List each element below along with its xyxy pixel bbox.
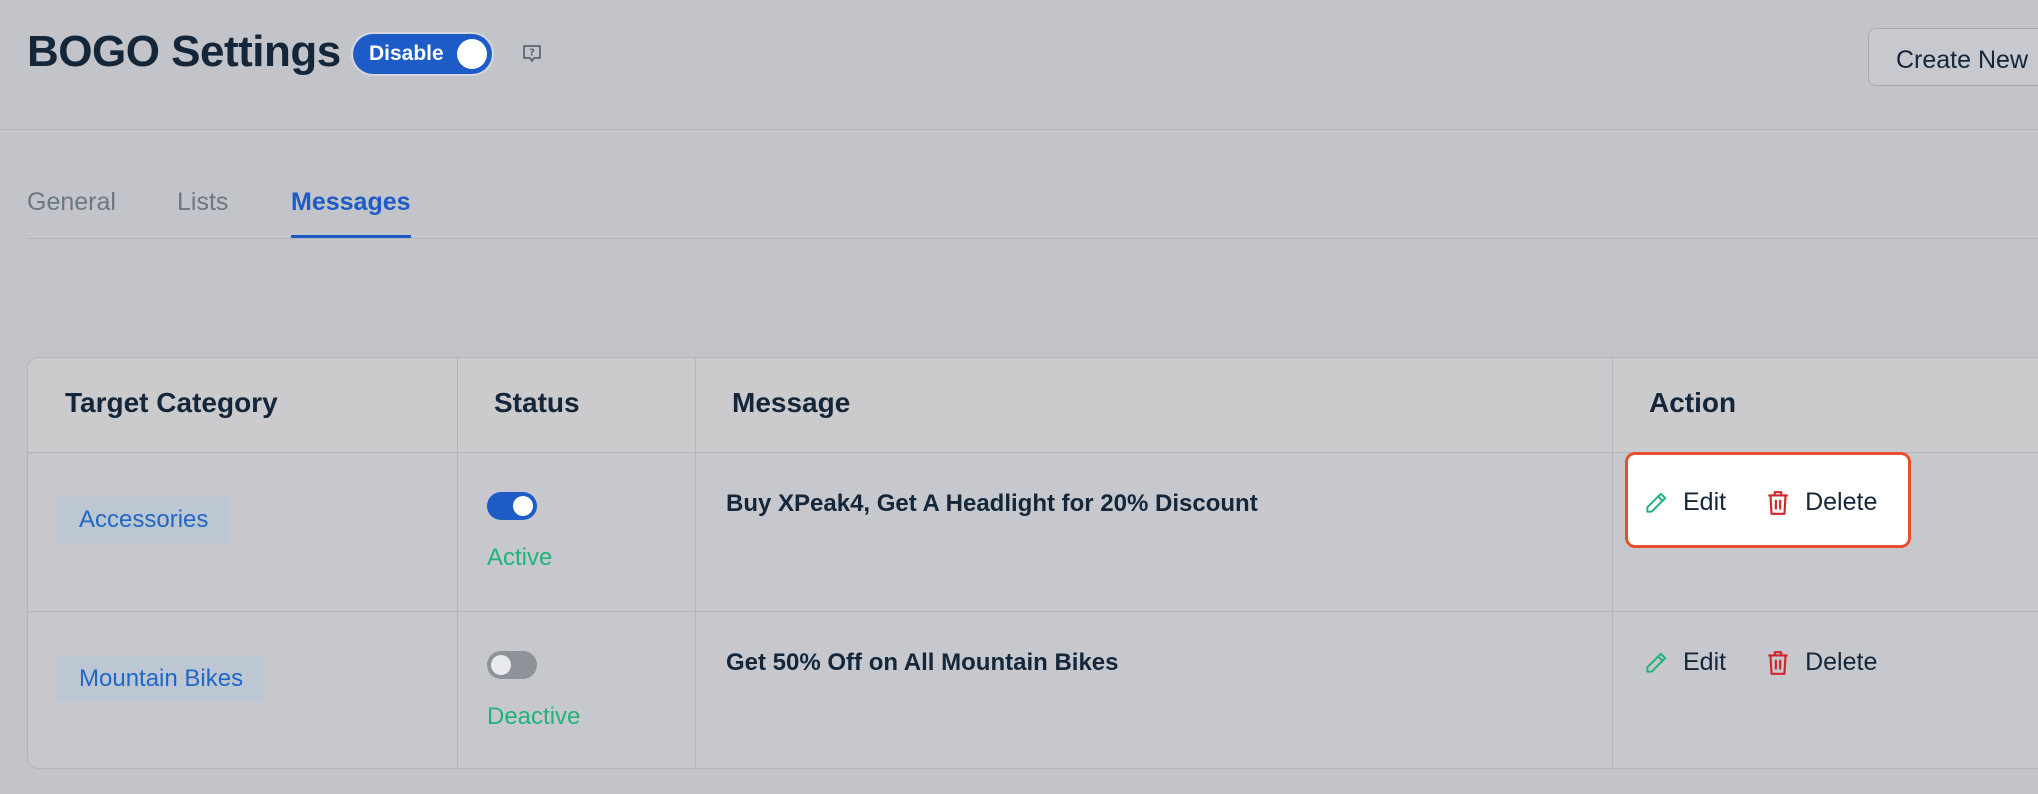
message-text: Get 50% Off on All Mountain Bikes xyxy=(726,649,1119,676)
tab-lists[interactable]: Lists xyxy=(177,188,228,217)
disable-toggle-label: Disable xyxy=(369,42,444,65)
pencil-icon xyxy=(1646,492,1667,513)
row-actions: Edit Delete xyxy=(1643,488,1877,517)
column-header-message: Message xyxy=(732,387,851,418)
tab-messages[interactable]: Messages xyxy=(291,188,411,217)
svg-text:?: ? xyxy=(529,48,535,59)
row-actions: Edit Delete xyxy=(1643,648,1877,677)
help-icon[interactable]: ? xyxy=(520,42,544,66)
messages-table: Target Category Status Message Action Ac… xyxy=(27,357,2038,769)
disable-toggle[interactable]: Disable xyxy=(353,34,492,74)
column-header-action: Action xyxy=(1649,387,1737,418)
edit-button[interactable]: Edit xyxy=(1643,648,1726,677)
page-title: BOGO Settings xyxy=(27,27,341,76)
message-text: Buy XPeak4, Get A Headlight for 20% Disc… xyxy=(726,490,1258,517)
active-tab-indicator xyxy=(291,235,411,238)
toggle-knob xyxy=(513,496,533,516)
page-header: BOGO Settings Disable ? Create New xyxy=(0,0,2038,130)
delete-button[interactable]: Delete xyxy=(1765,648,1877,677)
delete-button[interactable]: Delete xyxy=(1765,488,1877,517)
toggle-knob xyxy=(491,655,511,675)
tab-bar: General Lists Messages xyxy=(27,170,2038,239)
category-badge[interactable]: Mountain Bikes xyxy=(57,656,266,702)
status-text: Deactive xyxy=(487,703,581,730)
table-row: Mountain Bikes Deactive Get 50% Off on A… xyxy=(28,612,2038,768)
edit-label: Edit xyxy=(1683,488,1727,516)
toggle-knob xyxy=(457,39,487,69)
trash-icon xyxy=(1768,650,1788,675)
pencil-icon xyxy=(1646,652,1667,673)
table-header: Target Category Status Message Action xyxy=(28,358,2038,453)
edit-label: Edit xyxy=(1683,648,1727,676)
status-text: Active xyxy=(487,544,553,571)
edit-button[interactable]: Edit xyxy=(1643,488,1726,517)
column-header-target-category: Target Category xyxy=(65,387,278,418)
status-toggle[interactable] xyxy=(487,651,537,679)
column-header-status: Status xyxy=(494,387,580,418)
trash-icon xyxy=(1768,490,1788,515)
create-new-button[interactable]: Create New xyxy=(1868,28,2038,86)
delete-label: Delete xyxy=(1805,648,1878,676)
status-toggle[interactable] xyxy=(487,492,537,520)
category-badge[interactable]: Accessories xyxy=(57,497,231,543)
tab-general[interactable]: General xyxy=(27,188,116,217)
delete-label: Delete xyxy=(1805,488,1878,516)
